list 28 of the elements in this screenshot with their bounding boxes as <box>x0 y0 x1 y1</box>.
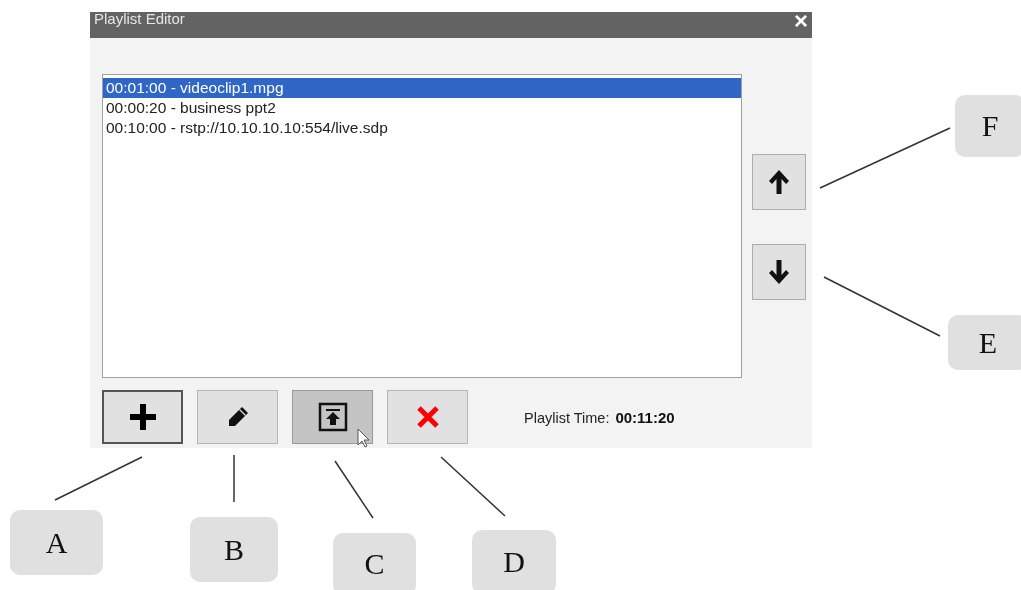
close-button[interactable]: × <box>794 12 808 30</box>
callout-label: C <box>333 533 416 590</box>
plus-icon <box>129 404 156 430</box>
window-title: Playlist Editor <box>94 12 185 26</box>
callout-label: D <box>472 530 556 590</box>
playlist-item[interactable]: 00:10:00 - rstp://10.10.10.10:554/live.sdp <box>103 118 741 138</box>
callout-label: B <box>190 517 278 582</box>
playlist-time-label: Playlist Time: <box>524 409 610 426</box>
leader-line <box>440 456 506 517</box>
move-up-button[interactable] <box>752 154 806 210</box>
callout-label: E <box>948 315 1021 370</box>
edit-button[interactable] <box>197 390 278 444</box>
upload-button[interactable] <box>292 390 373 444</box>
playlist-item[interactable]: 00:01:00 - videoclip1.mpg <box>103 78 741 98</box>
leader-line <box>334 460 374 519</box>
move-to-top-icon <box>317 402 348 432</box>
playlist-time-value: 00:11:20 <box>615 408 675 426</box>
arrow-up-icon <box>768 169 790 195</box>
leader-line <box>233 454 235 503</box>
callout-label: F <box>955 95 1021 157</box>
pencil-icon <box>226 406 249 428</box>
delete-icon <box>415 405 440 429</box>
arrow-down-icon <box>768 259 790 285</box>
add-button[interactable] <box>102 390 183 444</box>
move-down-button[interactable] <box>752 244 806 300</box>
delete-button[interactable] <box>387 390 468 444</box>
playlist-item[interactable]: 00:00:20 - business ppt2 <box>103 98 741 118</box>
callout-label: A <box>10 510 103 575</box>
